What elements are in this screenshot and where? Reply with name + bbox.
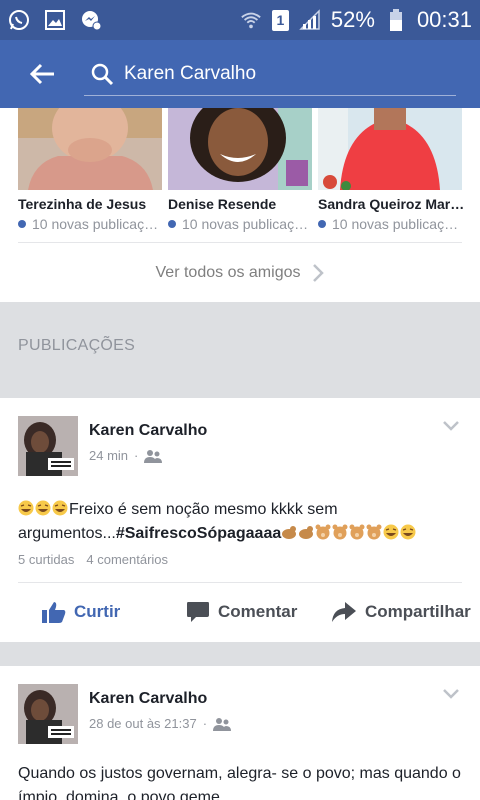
share-label: Compartilhar: [365, 602, 471, 621]
comment-label: Comentar: [218, 602, 298, 621]
friend-photo[interactable]: [318, 108, 462, 190]
comment-button[interactable]: Comentar: [186, 601, 297, 623]
post-body: Freixo é sem noção mesmo kkkk sem argume…: [18, 498, 462, 546]
app-bar: Karen Carvalho: [0, 40, 480, 108]
friend-card[interactable]: Denise Resende 10 novas publicaç…: [168, 108, 312, 232]
friend-card[interactable]: Sandra Queiroz Mar… 10 novas publicaç…: [318, 108, 464, 232]
comment-icon: [187, 602, 209, 622]
friend-updates-text: 10 novas publicaç…: [182, 216, 309, 232]
back-button[interactable]: [0, 40, 84, 108]
friend-card[interactable]: Terezinha de Jesus 10 novas publicaç…: [18, 108, 162, 232]
new-updates-dot: [318, 220, 326, 228]
avatar[interactable]: [18, 684, 78, 744]
laughing-emoji-icon: [383, 524, 417, 542]
signal-icon: [299, 9, 321, 31]
friend-updates: 10 novas publicaç…: [168, 216, 316, 232]
publications-section-header: PUBLICAÇÕES: [0, 302, 480, 398]
share-button[interactable]: Compartilhar: [331, 601, 471, 623]
whatsapp-icon: [8, 9, 30, 31]
friend-name[interactable]: Terezinha de Jesus: [18, 196, 166, 212]
see-all-friends-link[interactable]: Ver todos os amigos: [0, 258, 480, 288]
chevron-down-icon[interactable]: [442, 420, 460, 432]
see-all-friends-label: Ver todos os amigos: [155, 264, 301, 281]
comments-count[interactable]: 4 comentários: [86, 552, 168, 567]
battery-icon: [385, 9, 407, 31]
friend-name[interactable]: Denise Resende: [168, 196, 316, 212]
friend-updates-text: 10 novas publicaç…: [32, 216, 159, 232]
search-icon: [90, 62, 114, 86]
feed-post: Karen Carvalho 28 de out às 21:37 · Quan…: [0, 666, 480, 800]
search-underline: [84, 95, 456, 96]
post-time[interactable]: 28 de out às 21:37: [89, 716, 197, 731]
friend-updates-text: 10 novas publicaç…: [332, 216, 459, 232]
friends-privacy-icon: [213, 717, 232, 731]
post-meta: 28 de out às 21:37 ·: [89, 716, 232, 731]
gallery-icon: [44, 9, 66, 31]
meta-separator: ·: [134, 448, 139, 463]
friends-card: Terezinha de Jesus 10 novas publicaç… De…: [0, 108, 480, 302]
feed-post: Karen Carvalho 24 min · Freixo é sem noç…: [0, 398, 480, 642]
like-button[interactable]: Curtir: [42, 601, 120, 623]
friend-updates: 10 novas publicaç…: [318, 216, 466, 232]
share-icon: [332, 602, 356, 622]
friends-privacy-icon: [144, 449, 163, 463]
likes-count[interactable]: 5 curtidas: [18, 552, 74, 567]
chevron-down-icon[interactable]: [442, 688, 460, 700]
wifi-icon: [240, 9, 262, 31]
friend-photo[interactable]: [18, 108, 162, 190]
back-arrow-icon: [29, 63, 54, 85]
sim-indicator: 1: [271, 9, 289, 31]
section-title: PUBLICAÇÕES: [18, 337, 136, 354]
laughing-emoji-icon: [18, 500, 69, 518]
post-author[interactable]: Karen Carvalho: [89, 690, 207, 708]
post-meta: 24 min ·: [89, 448, 163, 463]
avatar[interactable]: [18, 416, 78, 476]
animal-emoji-icon: [281, 524, 383, 542]
search-field[interactable]: Karen Carvalho: [84, 40, 456, 108]
friend-updates: 10 novas publicaç…: [18, 216, 166, 232]
post-actions: Curtir Comentar Compartilhar: [0, 583, 480, 641]
status-bar: 1 52% 00:31: [0, 0, 480, 40]
post-hashtag[interactable]: #SaifrescoSópagaaaa: [116, 525, 281, 542]
battery-percent: 52%: [330, 7, 375, 32]
new-updates-dot: [18, 220, 26, 228]
divider: [18, 242, 462, 243]
new-updates-dot: [168, 220, 176, 228]
friend-name[interactable]: Sandra Queiroz Mar…: [318, 196, 466, 212]
post-body: Quando os justos governam, alegra- se o …: [18, 765, 461, 800]
search-query[interactable]: Karen Carvalho: [124, 63, 256, 85]
chevron-right-icon: [313, 264, 325, 282]
post-author[interactable]: Karen Carvalho: [89, 422, 207, 440]
meta-separator: ·: [202, 716, 208, 731]
messenger-icon: [80, 9, 102, 31]
post-time[interactable]: 24 min: [89, 448, 128, 463]
post-stats: 5 curtidas 4 comentários: [18, 552, 168, 567]
clock: 00:31: [416, 7, 472, 32]
like-label: Curtir: [74, 602, 121, 621]
friend-photo[interactable]: [168, 108, 312, 190]
like-icon: [42, 602, 66, 623]
